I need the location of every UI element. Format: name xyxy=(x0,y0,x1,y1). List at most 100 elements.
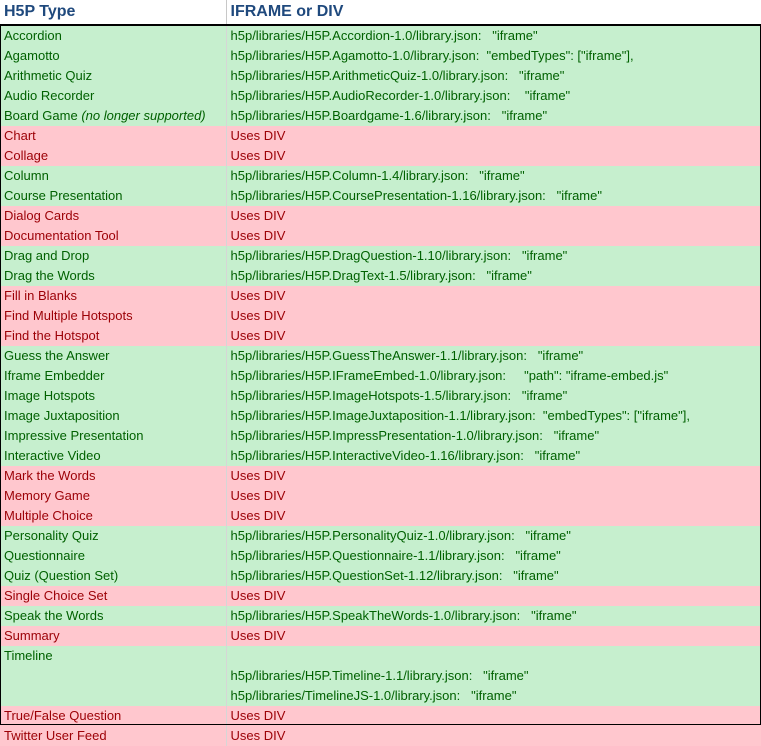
h5p-type-cell[interactable]: Find Multiple Hotspots xyxy=(0,306,227,326)
h5p-type-label: Board Game xyxy=(4,108,82,123)
table-row: Find the Hotspot Uses DIV xyxy=(0,326,761,346)
embed-method-cell[interactable]: h5p/libraries/H5P.ArithmeticQuiz-1.0/lib… xyxy=(226,66,761,86)
h5p-type-cell[interactable]: Personality Quiz xyxy=(0,526,227,546)
embed-method-cell[interactable]: h5p/libraries/H5P.DragQuestion-1.10/libr… xyxy=(226,246,761,266)
h5p-type-cell[interactable]: Accordion xyxy=(0,25,227,46)
embed-method-cell[interactable]: h5p/libraries/H5P.SpeakTheWords-1.0/libr… xyxy=(226,606,761,626)
h5p-type-cell[interactable]: Board Game (no longer supported) xyxy=(0,106,227,126)
embed-method-cell[interactable]: Uses DIV xyxy=(226,206,761,226)
embed-method-text: h5p/libraries/H5P.Boardgame-1.6/library.… xyxy=(230,108,548,123)
embed-method-text: Uses DIV xyxy=(230,148,286,163)
table-row: Image Juxtaposition h5p/libraries/H5P.Ima… xyxy=(0,406,761,426)
embed-method-cell[interactable]: h5p/libraries/H5P.QuestionSet-1.12/libra… xyxy=(226,566,761,586)
embed-method-cell[interactable]: h5p/libraries/H5P.DragText-1.5/library.j… xyxy=(226,266,761,286)
embed-method-cell[interactable]: Uses DIV xyxy=(226,486,761,506)
embed-method-cell[interactable]: Uses DIV xyxy=(226,466,761,486)
embed-method-cell[interactable]: Uses DIV xyxy=(226,126,761,146)
h5p-type-cell[interactable]: Image Hotspots xyxy=(0,386,227,406)
h5p-type-label: Find Multiple Hotspots xyxy=(4,308,133,323)
h5p-type-cell[interactable]: True/False Question xyxy=(0,706,227,726)
embed-method-cell[interactable]: Uses DIV xyxy=(226,226,761,246)
embed-method-cell[interactable]: Uses DIV xyxy=(226,286,761,306)
embed-method-cell[interactable]: Uses DIV xyxy=(226,306,761,326)
embed-method-text: h5p/libraries/H5P.QuestionSet-1.12/libra… xyxy=(230,568,559,583)
h5p-type-label: Multiple Choice xyxy=(4,508,93,523)
embed-method-cell[interactable]: h5p/libraries/H5P.CoursePresentation-1.1… xyxy=(226,186,761,206)
embed-method-cell[interactable]: h5p/libraries/H5P.AudioRecorder-1.0/libr… xyxy=(226,86,761,106)
h5p-type-cell[interactable] xyxy=(0,666,227,686)
h5p-type-cell[interactable]: Questionnaire xyxy=(0,546,227,566)
embed-method-cell[interactable]: Uses DIV xyxy=(226,326,761,346)
embed-method-cell[interactable]: Uses DIV xyxy=(226,146,761,166)
h5p-type-cell[interactable]: Column xyxy=(0,166,227,186)
embed-method-cell[interactable]: h5p/libraries/H5P.Accordion-1.0/library.… xyxy=(226,25,761,46)
h5p-type-cell[interactable]: Image Juxtaposition xyxy=(0,406,227,426)
table-row: Dialog Cards Uses DIV xyxy=(0,206,761,226)
table-row: Course Presentation h5p/libraries/H5P.Cou… xyxy=(0,186,761,206)
h5p-type-cell[interactable]: Drag and Drop xyxy=(0,246,227,266)
h5p-type-label: Guess the Answer xyxy=(4,348,110,363)
h5p-type-cell[interactable]: Chart xyxy=(0,126,227,146)
embed-method-text: Uses DIV xyxy=(230,468,286,483)
embed-method-cell[interactable]: h5p/libraries/H5P.Questionnaire-1.1/libr… xyxy=(226,546,761,566)
embed-method-cell[interactable]: h5p/libraries/H5P.ImpressPresentation-1.… xyxy=(226,426,761,446)
h5p-type-cell[interactable]: Interactive Video xyxy=(0,446,227,466)
embed-method-cell[interactable]: h5p/libraries/H5P.Column-1.4/library.jso… xyxy=(226,166,761,186)
h5p-type-cell[interactable]: Audio Recorder xyxy=(0,86,227,106)
h5p-type-cell[interactable]: Speak the Words xyxy=(0,606,227,626)
embed-method-text: h5p/libraries/H5P.CoursePresentation-1.1… xyxy=(230,188,602,203)
h5p-type-label: Image Hotspots xyxy=(4,388,96,403)
table-row: Iframe Embedder h5p/libraries/H5P.IFrameE… xyxy=(0,366,761,386)
embed-method-cell[interactable]: Uses DIV xyxy=(226,586,761,606)
h5p-type-label: Twitter User Feed xyxy=(4,728,107,743)
embed-method-text: h5p/libraries/H5P.ImageHotspots-1.5/libr… xyxy=(230,388,568,403)
h5p-type-cell[interactable]: Single Choice Set xyxy=(0,586,227,606)
h5p-type-cell[interactable] xyxy=(0,686,227,706)
embed-method-cell[interactable]: h5p/libraries/H5P.ImageHotspots-1.5/libr… xyxy=(226,386,761,406)
embed-method-cell[interactable]: Uses DIV xyxy=(226,706,761,726)
h5p-type-cell[interactable]: Drag the Words xyxy=(0,266,227,286)
embed-method-cell[interactable]: h5p/libraries/H5P.Boardgame-1.6/library.… xyxy=(226,106,761,126)
h5p-type-cell[interactable]: Documentation Tool xyxy=(0,226,227,246)
h5p-type-cell[interactable]: Course Presentation xyxy=(0,186,227,206)
embed-method-cell[interactable]: h5p/libraries/H5P.InteractiveVideo-1.16/… xyxy=(226,446,761,466)
h5p-type-label: Find the Hotspot xyxy=(4,328,100,343)
h5p-type-cell[interactable]: Find the Hotspot xyxy=(0,326,227,346)
h5p-type-cell[interactable]: Mark the Words xyxy=(0,466,227,486)
table-row: Board Game (no longer supported) h5p/libr… xyxy=(0,106,761,126)
embed-method-cell[interactable] xyxy=(226,646,761,666)
h5p-type-cell[interactable]: Timeline xyxy=(0,646,227,666)
h5p-type-cell[interactable]: Multiple Choice xyxy=(0,506,227,526)
h5p-type-cell[interactable]: Iframe Embedder xyxy=(0,366,227,386)
h5p-type-cell[interactable]: Guess the Answer xyxy=(0,346,227,366)
h5p-type-cell[interactable]: Dialog Cards xyxy=(0,206,227,226)
embed-method-cell[interactable]: h5p/libraries/H5P.PersonalityQuiz-1.0/li… xyxy=(226,526,761,546)
embed-method-cell[interactable]: h5p/libraries/H5P.GuessTheAnswer-1.1/lib… xyxy=(226,346,761,366)
h5p-type-cell[interactable]: Quiz (Question Set) xyxy=(0,566,227,586)
table-row: Questionnaire h5p/libraries/H5P.Questionn… xyxy=(0,546,761,566)
h5p-type-cell[interactable]: Twitter User Feed xyxy=(0,726,227,746)
embed-method-cell[interactable]: h5p/libraries/H5P.IFrameEmbed-1.0/librar… xyxy=(226,366,761,386)
h5p-type-note: (no longer supported) xyxy=(81,108,206,123)
table-row: Accordion h5p/libraries/H5P.Accordion-1.0… xyxy=(0,25,761,46)
table-row: Image Hotspots h5p/libraries/H5P.ImageHot… xyxy=(0,386,761,406)
h5p-type-cell[interactable]: Collage xyxy=(0,146,227,166)
embed-method-cell[interactable]: h5p/libraries/H5P.ImageJuxtaposition-1.1… xyxy=(226,406,761,426)
h5p-type-cell[interactable]: Memory Game xyxy=(0,486,227,506)
header-iframe-or-div[interactable]: IFRAME or DIV xyxy=(226,0,761,26)
embed-method-cell[interactable]: Uses DIV xyxy=(226,626,761,646)
h5p-type-cell[interactable]: Fill in Blanks xyxy=(0,286,227,306)
h5p-type-cell[interactable]: Impressive Presentation xyxy=(0,426,227,446)
embed-method-text: h5p/libraries/H5P.DragText-1.5/library.j… xyxy=(230,268,532,283)
header-h5p-type[interactable]: H5P Type xyxy=(0,0,227,26)
embed-method-cell[interactable]: h5p/libraries/H5P.Agamotto-1.0/library.j… xyxy=(226,46,761,66)
h5p-type-label: Image Juxtaposition xyxy=(4,408,120,423)
h5p-type-cell[interactable]: Summary xyxy=(0,626,227,646)
embed-method-cell[interactable]: Uses DIV xyxy=(226,506,761,526)
embed-method-cell[interactable]: h5p/libraries/H5P.Timeline-1.1/library.j… xyxy=(226,666,761,686)
h5p-embed-table: H5P Type IFRAME or DIV Accordion h5p/libr… xyxy=(0,0,761,746)
h5p-type-cell[interactable]: Arithmetic Quiz xyxy=(0,66,227,86)
embed-method-cell[interactable]: Uses DIV xyxy=(226,726,761,746)
embed-method-cell[interactable]: h5p/libraries/TimelineJS-1.0/library.jso… xyxy=(226,686,761,706)
h5p-type-cell[interactable]: Agamotto xyxy=(0,46,227,66)
